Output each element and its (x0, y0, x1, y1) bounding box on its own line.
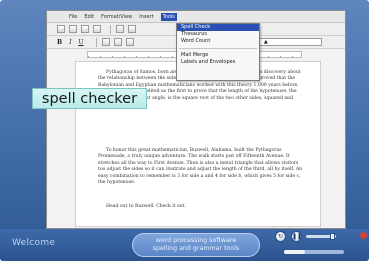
open-folder-icon[interactable] (69, 25, 77, 33)
tools-dropdown-menu: Spell Check Thesaurus Word Count Mail Me… (176, 23, 260, 81)
menu-format-view[interactable]: Format/View (101, 14, 132, 20)
progress-fill (284, 250, 305, 254)
align-left-icon[interactable] (101, 38, 110, 46)
copy-icon[interactable] (128, 25, 136, 33)
menu-edit[interactable]: Edit (84, 14, 94, 20)
font-color-controls[interactable]: ▼ ▲ (252, 38, 322, 46)
document-paragraph[interactable]: To honor this great mathematician, Buzwe… (98, 148, 304, 186)
save-icon[interactable] (81, 25, 89, 33)
new-document-icon[interactable] (57, 25, 65, 33)
menu-insert[interactable]: Insert (139, 14, 153, 20)
italic-button[interactable]: I (69, 39, 71, 46)
bold-button[interactable]: B (57, 39, 62, 46)
topic-line-1: word processing software (155, 237, 237, 244)
align-right-icon[interactable] (125, 38, 134, 46)
menu-bar: File Edit Format/View Insert Tools (47, 11, 345, 23)
menu-separator (179, 48, 257, 49)
menu-tools[interactable]: Tools (160, 12, 177, 21)
highlight-icon[interactable]: ▲ (264, 39, 268, 45)
cut-icon[interactable] (116, 25, 124, 33)
player-frame: File Edit Format/View Insert Tools B I U… (0, 0, 369, 261)
align-center-icon[interactable] (113, 38, 122, 46)
underline-button[interactable]: U (78, 39, 83, 46)
volume-handle[interactable] (330, 233, 335, 240)
menu-item-word-count[interactable]: Word Count (177, 38, 259, 45)
callout-label: spell checker (41, 90, 138, 107)
word-processor-window: File Edit Format/View Insert Tools B I U… (46, 10, 346, 229)
menu-item-spell-check[interactable]: Spell Check (177, 24, 259, 31)
close-icon[interactable] (360, 232, 367, 239)
document-page[interactable]: Pythagoras of Samos, born around 500 B.C… (75, 61, 321, 227)
replay-icon[interactable]: ↻ (275, 231, 286, 242)
menu-item-thesaurus[interactable]: Thesaurus (177, 31, 259, 38)
pause-icon[interactable]: ❚❚ (291, 231, 302, 242)
menu-file[interactable]: File (69, 14, 77, 20)
spell-checker-callout: spell checker (32, 88, 147, 109)
document-paragraph[interactable]: Head out to Buzwell. Check it out. (98, 204, 304, 210)
menu-item-mail-merge[interactable]: Mail Merge (177, 52, 259, 59)
print-icon[interactable] (93, 25, 101, 33)
welcome-label: Welcome (12, 238, 56, 248)
menu-item-labels-envelopes[interactable]: Labels and Envelopes (177, 59, 259, 66)
topic-line-2: spelling and grammar tools (152, 245, 240, 252)
topic-title: word processing software spelling and gr… (132, 233, 260, 257)
toolbar-divider (95, 37, 97, 47)
toolbar-divider (110, 24, 111, 34)
